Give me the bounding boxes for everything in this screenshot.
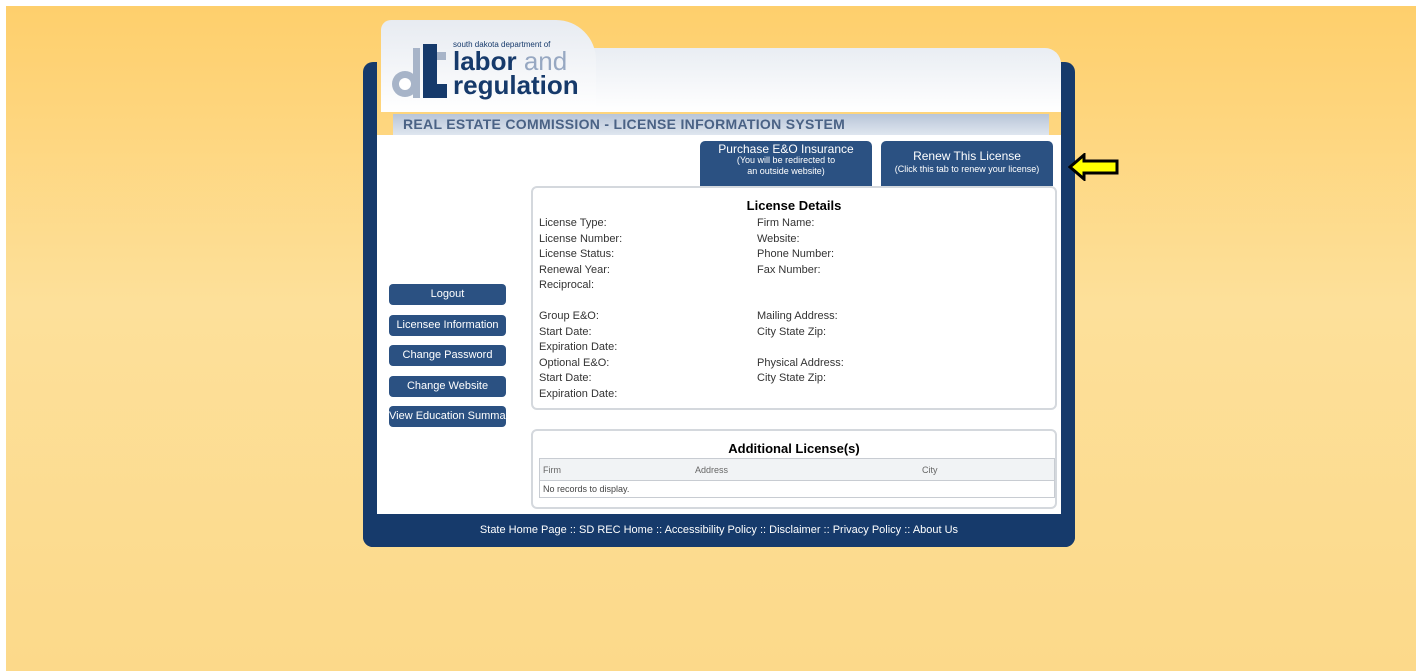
details-right-column: Firm Name: Website: Phone Number: Fax Nu…: [757, 216, 844, 387]
additional-licenses-title: Additional License(s): [728, 441, 860, 456]
footer-link-state-home[interactable]: State Home Page: [480, 524, 567, 536]
license-details-panel: License Details License Type: License Nu…: [531, 186, 1057, 410]
field-group-eo: Group E&O:: [539, 310, 599, 322]
field-phone-number: Phone Number:: [757, 248, 835, 260]
field-spacer: [757, 278, 844, 294]
column-header-city[interactable]: City: [922, 465, 938, 475]
dlr-logo[interactable]: south dakota department of labor and reg…: [389, 34, 599, 106]
eo-button-line2: (You will be redirected to: [736, 155, 836, 165]
footer-separator: ::: [652, 524, 665, 536]
footer-separator: ::: [901, 524, 913, 536]
footer-link-disclaimer[interactable]: Disclaimer: [769, 524, 820, 536]
field-reciprocal: Reciprocal:: [539, 279, 595, 291]
field-renewal-year: Renewal Year:: [539, 263, 610, 276]
column-header-firm[interactable]: Firm: [543, 465, 561, 475]
footer-links: State Home Page :: SD REC Home :: Access…: [363, 514, 1075, 547]
field-mailing-address: Mailing Address:: [757, 310, 838, 322]
licensee-information-button[interactable]: Licensee Information: [389, 315, 506, 336]
footer-separator: ::: [820, 524, 833, 536]
field-spacer: [757, 340, 844, 356]
footer-separator: ::: [566, 524, 579, 536]
table-header: Firm Address City: [540, 459, 1054, 481]
field-firm-name: Firm Name:: [757, 217, 815, 229]
frame-right-edge: [1061, 62, 1075, 547]
field-physical-city-state-zip: City State Zip:: [757, 372, 827, 384]
footer-link-about-us[interactable]: About Us: [913, 524, 958, 536]
frame-left-edge: [363, 62, 377, 547]
footer-link-accessibility[interactable]: Accessibility Policy: [665, 524, 757, 536]
renew-button-line2: (Click this tab to renew your license): [894, 164, 1040, 174]
license-details-title: License Details: [746, 198, 842, 213]
app-frame: south dakota department of labor and reg…: [363, 20, 1075, 547]
no-records-message: No records to display.: [543, 484, 630, 494]
renew-license-button[interactable]: Renew This License (Click this tab to re…: [881, 141, 1053, 186]
eo-button-line1: Purchase E&O Insurance: [718, 142, 854, 156]
page-title: REAL ESTATE COMMISSION - LICENSE INFORMA…: [393, 114, 1049, 135]
eo-button-line3: an outside website): [747, 166, 825, 176]
footer-separator: ::: [756, 524, 770, 536]
field-optional-eo: Optional E&O:: [539, 356, 610, 369]
change-website-button[interactable]: Change Website: [389, 376, 506, 397]
view-education-summary-button[interactable]: View Education Summary: [389, 406, 515, 427]
field-fax-number: Fax Number:: [757, 263, 821, 276]
logo-line2: regulation: [453, 70, 579, 100]
field-mailing-city-state-zip: City State Zip:: [757, 325, 827, 338]
purchase-eo-insurance-button[interactable]: Purchase E&O Insurance (You will be redi…: [700, 141, 872, 186]
field-optional-start-date: Start Date:: [539, 372, 592, 384]
field-license-status: License Status:: [539, 248, 615, 260]
arrow-left-icon: [1068, 153, 1119, 181]
additional-licenses-panel: Additional License(s) Firm Address City …: [531, 429, 1057, 509]
field-optional-expiration-date: Expiration Date:: [539, 387, 618, 400]
logout-button[interactable]: Logout: [389, 284, 506, 305]
field-group-start-date: Start Date:: [539, 325, 592, 338]
field-license-number: License Number:: [539, 232, 623, 245]
field-spacer: [757, 294, 844, 310]
renew-button-line1: Renew This License: [913, 149, 1021, 163]
details-left-column: License Type: License Number: License St…: [539, 216, 622, 402]
additional-licenses-table: Firm Address City No records to display.: [539, 458, 1055, 498]
field-group-expiration-date: Expiration Date:: [539, 341, 618, 353]
footer-link-privacy[interactable]: Privacy Policy: [833, 524, 901, 536]
column-header-address[interactable]: Address: [695, 465, 728, 475]
field-physical-address: Physical Address:: [757, 356, 844, 369]
field-spacer: [539, 294, 622, 310]
dlr-lettermark-icon: [392, 44, 447, 98]
field-license-type: License Type:: [539, 217, 607, 229]
footer-link-sd-rec-home[interactable]: SD REC Home: [579, 524, 653, 536]
field-website: Website:: [757, 232, 800, 245]
change-password-button[interactable]: Change Password: [389, 345, 506, 366]
